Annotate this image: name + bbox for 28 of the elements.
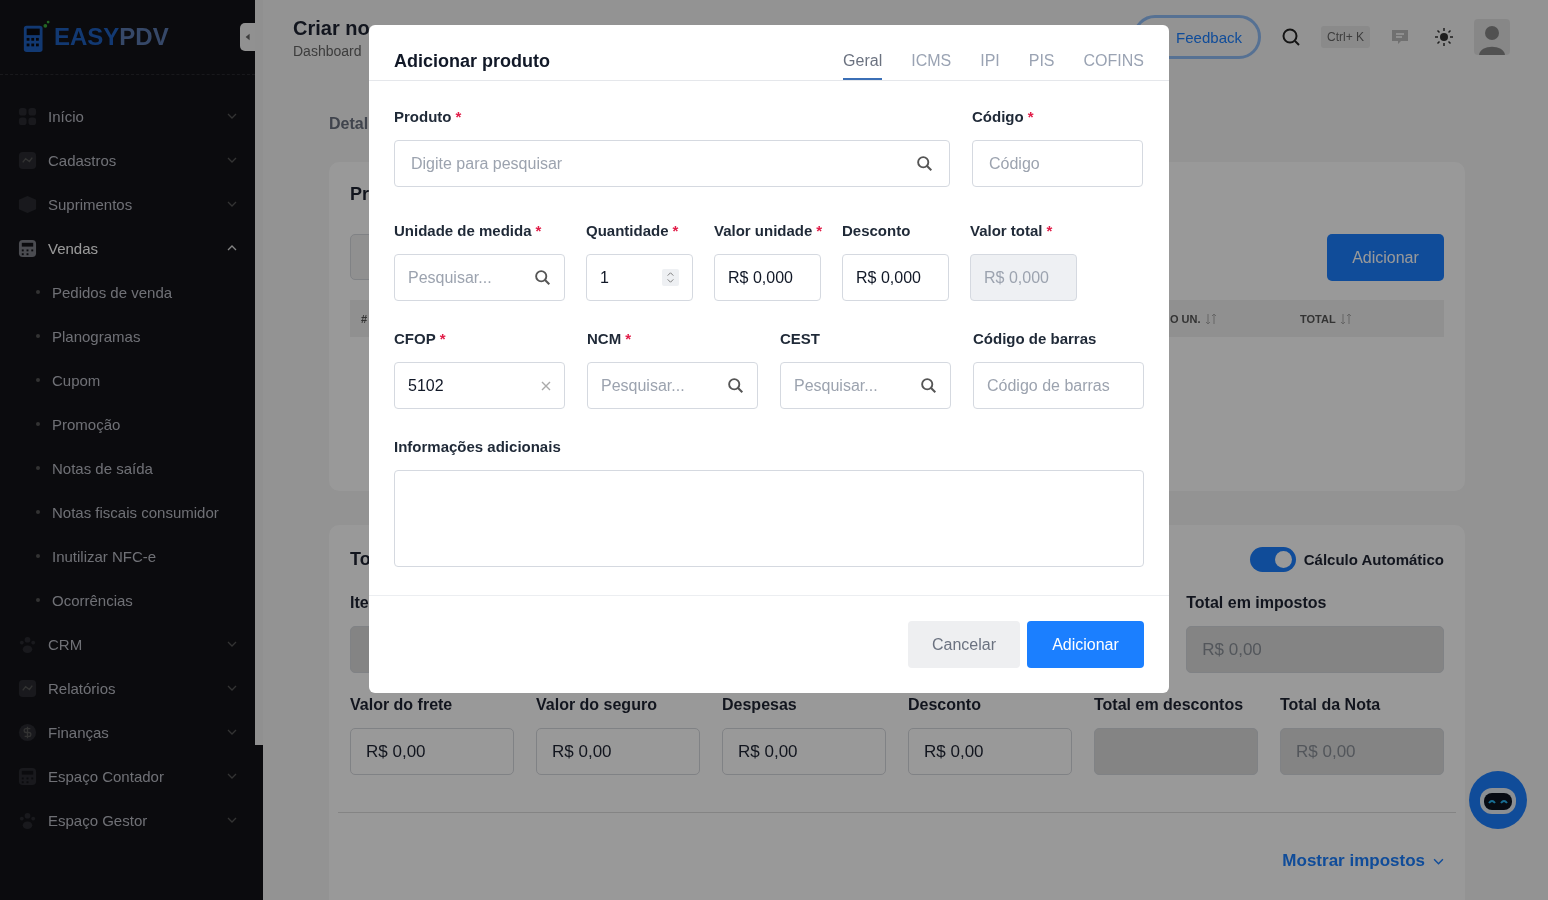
section-label: Detal [329,115,369,133]
field-label: Unidade de medida * [394,222,543,239]
shortcut-badge: Ctrl+ K [1321,26,1370,48]
field-label: Valor do frete [350,696,454,714]
field-label: CFOP * [394,330,447,347]
field-label: Despesas [722,696,798,714]
field-label: Código * [972,108,1035,125]
field-label: Informações adicionais [394,438,562,455]
dialog-title: Adicionar produto [394,51,550,72]
field-label: Ite [350,594,370,612]
toggle-label: Cálculo Automático [1303,551,1444,568]
field-label: Quantidade * [586,222,680,239]
field-label: Total da Nota [1280,696,1382,714]
field-label: Total em impostos [1186,594,1328,612]
field-label: CEST [780,330,821,347]
field-label: Código de barras [973,330,1098,347]
field-label: Desconto [908,696,982,714]
field-label: Desconto [842,222,912,239]
card-title: To [350,549,371,570]
field-label: Total em descontos [1094,696,1245,714]
field-label: Valor total * [970,222,1054,239]
field-label: Valor unidade * [714,222,821,239]
page-title: Criar no [293,17,370,40]
card-title: Pr [350,184,370,205]
field-label: Produto * [394,108,463,125]
field-label: NCM * [587,330,632,347]
logo-text: EASYPDV [54,23,169,51]
field-label: Valor do seguro [536,696,658,714]
